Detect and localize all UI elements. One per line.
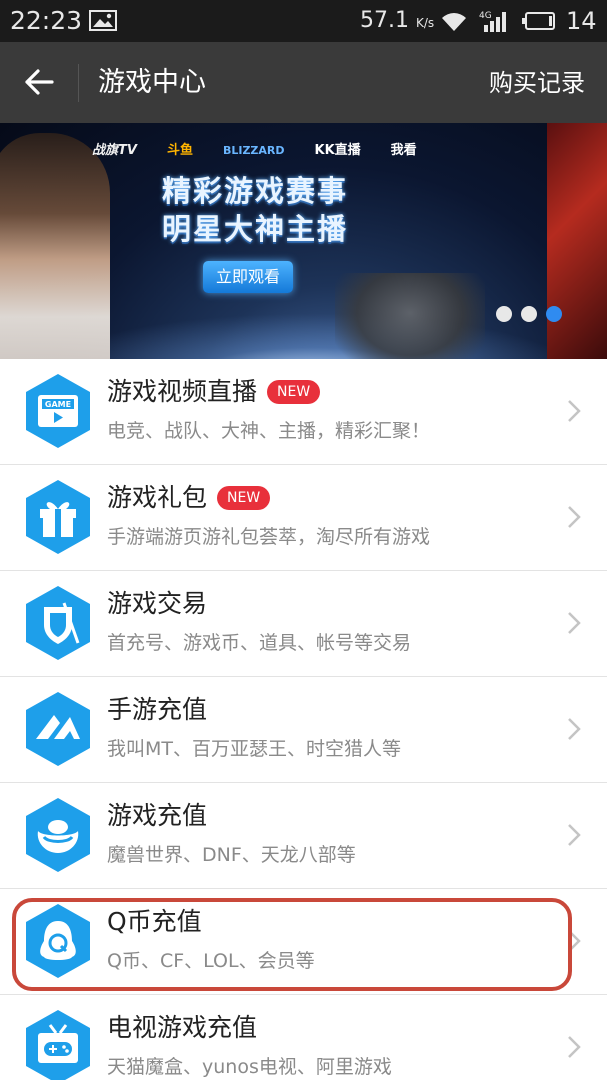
gold-ingot-icon <box>26 798 90 872</box>
item-title: 电视游戏充值 <box>107 1013 258 1042</box>
shield-sword-icon <box>26 586 90 660</box>
banner-face-image <box>335 273 485 359</box>
chevron-right-icon <box>568 1036 581 1058</box>
logo-douyu: 斗鱼 <box>166 143 193 158</box>
title-bar: 游戏中心 购买记录 <box>0 42 607 123</box>
list-item-game-trade[interactable]: 游戏交易 首充号、游戏币、道具、帐号等交易 <box>0 571 607 677</box>
new-badge: NEW <box>217 486 271 510</box>
item-subtitle: 天猫魔盒、yunos电视、阿里游戏 <box>107 1056 392 1078</box>
item-subtitle: 魔兽世界、DNF、天龙八部等 <box>107 844 356 866</box>
list-item-mobile-game-recharge[interactable]: 手游充值 我叫MT、百万亚瑟王、时空猎人等 <box>0 677 607 783</box>
banner-headline: 精彩游戏赛事 明星大神主播 <box>140 172 370 248</box>
item-subtitle: 手游端游页游礼包荟萃，淘尽所有游戏 <box>107 526 431 548</box>
chevron-right-icon <box>568 612 581 634</box>
game-video-icon: GAME <box>26 374 90 448</box>
page-title: 游戏中心 <box>98 67 206 98</box>
watch-now-button[interactable]: 立即观看 <box>203 261 293 293</box>
chevron-right-icon <box>568 506 581 528</box>
banner-headline-line1: 精彩游戏赛事 <box>161 174 348 208</box>
banner-person-image <box>0 133 110 359</box>
banner-headline-line2: 明星大神主播 <box>161 212 348 246</box>
chevron-right-icon <box>568 824 581 846</box>
chevron-right-icon <box>568 400 581 422</box>
network-speed-value: 57.1 <box>360 8 409 33</box>
tv-gamepad-icon <box>26 1010 90 1080</box>
battery-level: 14 <box>566 7 597 35</box>
item-title-text: 游戏礼包 <box>107 483 208 512</box>
image-notification-icon <box>89 10 117 31</box>
wifi-icon <box>442 13 466 31</box>
list-item-game-gift[interactable]: 游戏礼包 NEW 手游端游页游礼包荟萃，淘尽所有游戏 <box>0 465 607 571</box>
item-title: 游戏充值 <box>107 801 208 830</box>
logo-kk: KK直播 <box>314 143 361 158</box>
battery-icon <box>522 12 555 30</box>
list-item-game-video[interactable]: GAME 游戏视频直播 NEW 电竞、战队、大神、主播，精彩汇聚！ <box>0 359 607 465</box>
new-badge: NEW <box>267 380 321 404</box>
back-button[interactable] <box>18 62 60 102</box>
back-arrow-icon <box>25 69 54 95</box>
title-divider <box>78 64 79 102</box>
item-title: 游戏视频直播 NEW <box>107 375 321 409</box>
chevron-right-icon <box>568 718 581 740</box>
banner-dot-2[interactable] <box>521 306 537 322</box>
logo-zhanqi: 战旗TV <box>92 143 137 158</box>
banner-dot-3[interactable] <box>546 306 562 322</box>
item-title: 游戏礼包 NEW <box>107 481 271 515</box>
item-title: 手游充值 <box>107 695 208 724</box>
network-speed-unit: K/s <box>415 16 435 30</box>
banner-pagination <box>496 306 562 322</box>
item-subtitle: 我叫MT、百万亚瑟王、时空猎人等 <box>107 738 401 760</box>
banner-dot-1[interactable] <box>496 306 512 322</box>
item-title: 游戏交易 <box>107 589 208 618</box>
banner-side-art <box>547 123 607 359</box>
network-speed: 57.1 K/s <box>360 7 434 37</box>
svg-text:GAME: GAME <box>45 400 71 409</box>
list-item-tv-game-recharge[interactable]: 电视游戏充值 天猫魔盒、yunos电视、阿里游戏 <box>0 995 607 1080</box>
logo-wokan: 我看 <box>390 143 417 158</box>
item-subtitle: 电竞、战队、大神、主播，精彩汇聚！ <box>107 420 431 442</box>
promo-banner[interactable]: 战旗TV 斗鱼 BLIZZARD KK直播 我看 精彩游戏赛事 明星大神主播 立… <box>0 123 607 359</box>
status-bar: 22:23 57.1 K/s 4G 14 <box>0 0 607 42</box>
purchase-history-link[interactable]: 购买记录 <box>489 64 585 102</box>
mobile-game-icon <box>26 692 90 766</box>
banner-partner-logos: 战旗TV 斗鱼 BLIZZARD KK直播 我看 <box>86 136 426 166</box>
signal-icon: 4G <box>479 11 506 32</box>
list-item-game-recharge[interactable]: 游戏充值 魔兽世界、DNF、天龙八部等 <box>0 783 607 889</box>
logo-blizzard: BLIZZARD <box>222 144 285 157</box>
gift-icon <box>26 480 90 554</box>
item-subtitle: 首充号、游戏币、道具、帐号等交易 <box>107 632 412 654</box>
svg-text:4G: 4G <box>479 11 492 21</box>
highlight-annotation <box>12 898 572 991</box>
item-title-text: 游戏视频直播 <box>107 377 258 406</box>
status-time: 22:23 <box>10 6 83 35</box>
